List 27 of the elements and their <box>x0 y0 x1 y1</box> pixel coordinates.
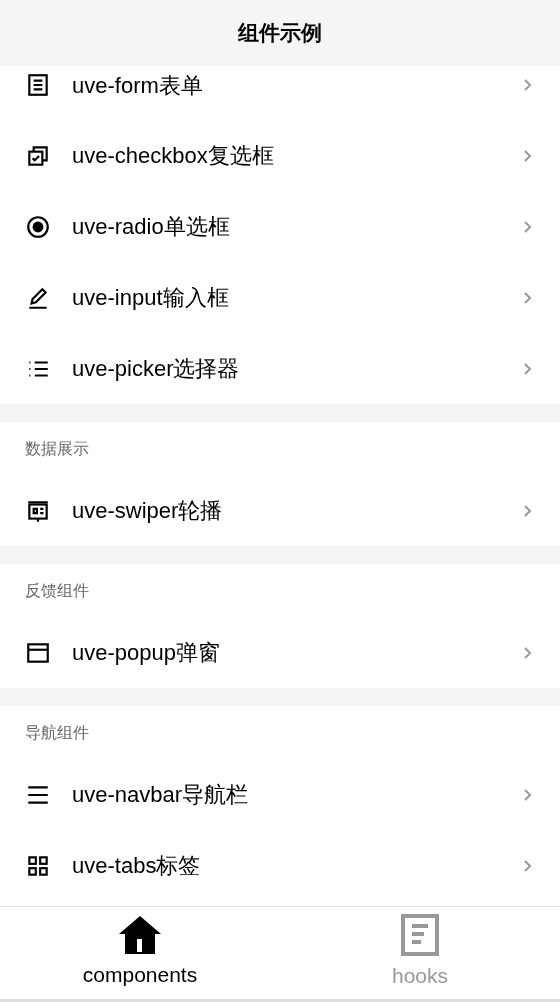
list-item[interactable]: uve-navbar导航栏 <box>0 759 560 830</box>
section-title: 反馈组件 <box>25 580 89 601</box>
list-item[interactable]: uve-tabs标签 <box>0 830 560 901</box>
item-label: uve-popup弹窗 <box>72 639 221 667</box>
item-label: uve-tabs标签 <box>72 852 202 880</box>
list-item[interactable]: uve-picker选择器 <box>0 333 560 404</box>
item-label: uve-navbar导航栏 <box>72 781 250 809</box>
item-label: uve-radio单选框 <box>72 213 231 241</box>
item-label: uve-picker选择器 <box>72 355 241 383</box>
item-label: uve-form表单 <box>72 71 204 100</box>
item-label: uve-input输入框 <box>72 284 230 312</box>
document-icon <box>25 72 51 98</box>
document-icon <box>401 914 439 957</box>
section-title: 导航组件 <box>25 722 89 743</box>
item-label: uve-swiper轮播 <box>72 497 224 525</box>
list-item[interactable]: uve-popup弹窗 <box>0 617 560 688</box>
home-icon <box>118 915 162 956</box>
tab-item[interactable]: components <box>0 907 280 999</box>
list-item[interactable]: uve-form表单 <box>0 66 560 120</box>
list-item[interactable]: uve-radio单选框 <box>0 191 560 262</box>
item-label: uve-checkbox复选框 <box>72 142 275 170</box>
list-item[interactable]: uve-input输入框 <box>0 262 560 333</box>
radio-icon <box>25 213 51 240</box>
section-title: 数据展示 <box>25 438 89 459</box>
page-title: 组件示例 <box>238 20 322 47</box>
list-item[interactable]: uve-checkbox复选框 <box>0 120 560 191</box>
list-item[interactable]: uve-swiper轮播 <box>0 475 560 546</box>
